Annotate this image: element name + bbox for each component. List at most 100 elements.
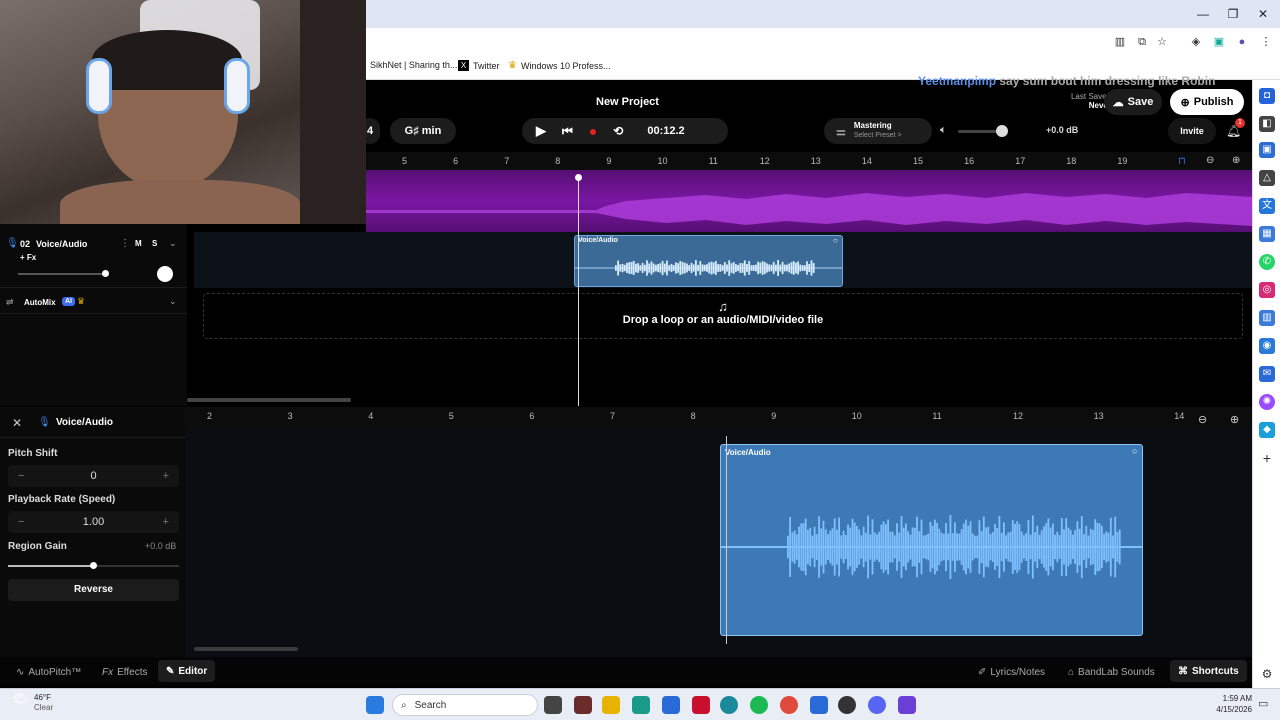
region-gain-slider[interactable] [8, 562, 179, 569]
loop-handle-icon[interactable]: ○ [833, 236, 838, 245]
copilot-icon[interactable]: ◆ [1259, 422, 1275, 438]
save-button[interactable]: ☁ Save [1104, 89, 1162, 115]
playhead[interactable] [578, 178, 579, 406]
notification-icon[interactable]: ◉ [1259, 338, 1275, 354]
playback-rate-value[interactable]: 1.00 [83, 516, 104, 528]
editor-playhead[interactable] [726, 436, 727, 644]
settings-icon[interactable]: ⚙ [1259, 666, 1275, 682]
mute-button[interactable]: M [135, 239, 142, 248]
spotify-icon[interactable] [750, 696, 768, 714]
app4-icon[interactable] [898, 696, 916, 714]
timeline-ruler[interactable]: ⊓ ⊖ ⊕ 5 6 7 8 9 10 11 12 13 14 15 16 17 18 19 [366, 152, 1252, 170]
editor-scrollbar[interactable] [194, 647, 298, 651]
skip-back-icon[interactable]: ⏮ [562, 124, 573, 139]
close-icon[interactable]: ✕ [1248, 4, 1278, 24]
outlook-icon[interactable]: ✉ [1259, 366, 1275, 382]
bookmark-sikhnet[interactable]: SikhNet | Sharing th... [370, 60, 457, 70]
task-view-icon[interactable] [544, 696, 562, 714]
track-header-voice[interactable]: 🎙︎ 02 Voice/Audio ⋮ M S ⌄ + Fx [0, 232, 187, 288]
notification-center-icon[interactable]: ▭ [1258, 697, 1268, 710]
restore-icon[interactable]: ❐ [1218, 4, 1248, 24]
loop-handle-icon[interactable]: ○ [1132, 446, 1137, 456]
gain-handle[interactable] [90, 562, 97, 569]
triangle-icon[interactable]: △ [1259, 170, 1275, 186]
timeline-scrollbar[interactable] [187, 398, 351, 402]
region-editor-lane[interactable]: ⊖ ⊕ 2 3 4 5 6 7 8 9 10 11 12 13 14 Voice/Audio ○ [186, 407, 1252, 657]
master-volume-slider[interactable] [958, 125, 1008, 137]
project-title[interactable]: New Project [596, 96, 659, 108]
app3-icon[interactable] [838, 696, 856, 714]
zoom-out-icon[interactable]: ⊖ [1198, 413, 1207, 426]
system-clock[interactable]: 1:59 AM 4/15/2026 [1206, 693, 1252, 715]
editor-ruler[interactable]: ⊖ ⊕ 2 3 4 5 6 7 8 9 10 11 12 13 14 [186, 407, 1252, 429]
play-icon[interactable]: ▶ [536, 123, 546, 139]
minimize-icon[interactable]: — [1188, 4, 1218, 24]
messenger-icon[interactable]: ✺ [1259, 394, 1275, 410]
speaker-icon[interactable]: 🔈︎ [940, 124, 947, 137]
chrome-icon[interactable] [780, 696, 798, 714]
weather-widget[interactable]: 46°F Clear [34, 693, 53, 713]
extension-2-icon[interactable]: ▣ [1211, 34, 1227, 50]
sounds-tab[interactable]: ⌂ BandLab Sounds [1068, 663, 1155, 681]
profile-avatar-icon[interactable]: ● [1234, 34, 1250, 50]
track-name[interactable]: Voice/Audio [36, 239, 87, 249]
shortcuts-button[interactable]: ⌘ Shortcuts [1170, 660, 1247, 682]
decrement-button[interactable]: − [18, 516, 24, 528]
extension-icon[interactable]: ◈ [1188, 34, 1204, 50]
taskbar-search[interactable]: ⌕ Search [392, 694, 538, 716]
pitch-shift-value[interactable]: 0 [90, 470, 96, 482]
loop-icon[interactable]: ⟲ [613, 124, 623, 138]
pitch-shift-stepper[interactable]: − 0 + [8, 465, 179, 487]
edge-icon[interactable] [632, 696, 650, 714]
zoom-out-icon[interactable]: ⊖ [1206, 155, 1214, 166]
track-volume-slider[interactable] [18, 270, 109, 277]
app2-icon[interactable] [810, 696, 828, 714]
bookmark-windows[interactable]: ♛ Windows 10 Profess... [508, 60, 611, 71]
bookmark-star-icon[interactable]: ☆ [1154, 34, 1170, 50]
increment-button[interactable]: + [163, 516, 169, 528]
active-app-icon[interactable] [720, 696, 738, 714]
pan-knob[interactable] [157, 266, 173, 282]
browser-menu-icon[interactable]: ⋮ [1258, 34, 1274, 50]
autopitch-tab[interactable]: ∿ AutoPitch™ [16, 663, 81, 681]
close-editor-icon[interactable]: ✕ [12, 416, 22, 430]
instagram-icon[interactable]: ◎ [1259, 282, 1275, 298]
reverse-button[interactable]: Reverse [8, 579, 179, 601]
editor-audio-region[interactable]: Voice/Audio ○ [720, 444, 1143, 636]
chart-icon[interactable]: ▥ [1259, 310, 1275, 326]
fx-button[interactable]: + Fx [20, 253, 36, 262]
nba-icon[interactable] [692, 696, 710, 714]
bookmark-icon[interactable]: ◘ [1259, 88, 1275, 104]
editor-tab[interactable]: ✎ Editor [158, 660, 216, 682]
track-menu-icon[interactable]: ⋮ [120, 238, 130, 249]
store-icon[interactable] [662, 696, 680, 714]
voice-track-lane[interactable]: Voice/Audio ○ [194, 232, 1252, 288]
app-icon[interactable] [574, 696, 592, 714]
chevron-down-icon[interactable]: ⌄ [169, 238, 177, 249]
automix-row[interactable]: ⇌ AutoMix AI ♛ ⌄ [0, 292, 187, 314]
calendar-icon[interactable]: ▦ [1259, 226, 1275, 242]
translate-icon[interactable]: 文 [1259, 198, 1275, 214]
add-icon[interactable]: + [1259, 450, 1275, 466]
discord-icon[interactable] [868, 696, 886, 714]
volume-knob[interactable] [996, 125, 1008, 137]
zoom-in-icon[interactable]: ⊕ [1230, 413, 1239, 426]
chevron-down-icon[interactable]: ⌄ [169, 296, 177, 307]
decrement-button[interactable]: − [18, 470, 24, 482]
solo-button[interactable]: S [152, 239, 157, 248]
weather-icon[interactable]: 🌤︎ [12, 691, 29, 707]
mastering-button[interactable]: ⚌ Mastering Select Preset > [824, 118, 932, 144]
box-icon[interactable]: ▣ [1259, 142, 1275, 158]
app-icon[interactable]: ◧ [1259, 116, 1275, 132]
key-selector[interactable]: G♯ min [390, 118, 456, 144]
publish-button[interactable]: ⊕ Publish [1170, 89, 1244, 115]
record-icon[interactable]: ● [589, 123, 597, 139]
effects-tab[interactable]: Fx Effects [102, 663, 148, 681]
volume-handle[interactable] [102, 270, 109, 277]
file-explorer-icon[interactable] [602, 696, 620, 714]
audio-region[interactable]: Voice/Audio ○ [574, 235, 843, 287]
zoom-in-icon[interactable]: ⊕ [1232, 155, 1240, 166]
cast-icon[interactable]: ⧉ [1134, 34, 1150, 50]
increment-button[interactable]: + [163, 470, 169, 482]
drop-zone[interactable]: ♫ Drop a loop or an audio/MIDI/video fil… [203, 293, 1243, 339]
